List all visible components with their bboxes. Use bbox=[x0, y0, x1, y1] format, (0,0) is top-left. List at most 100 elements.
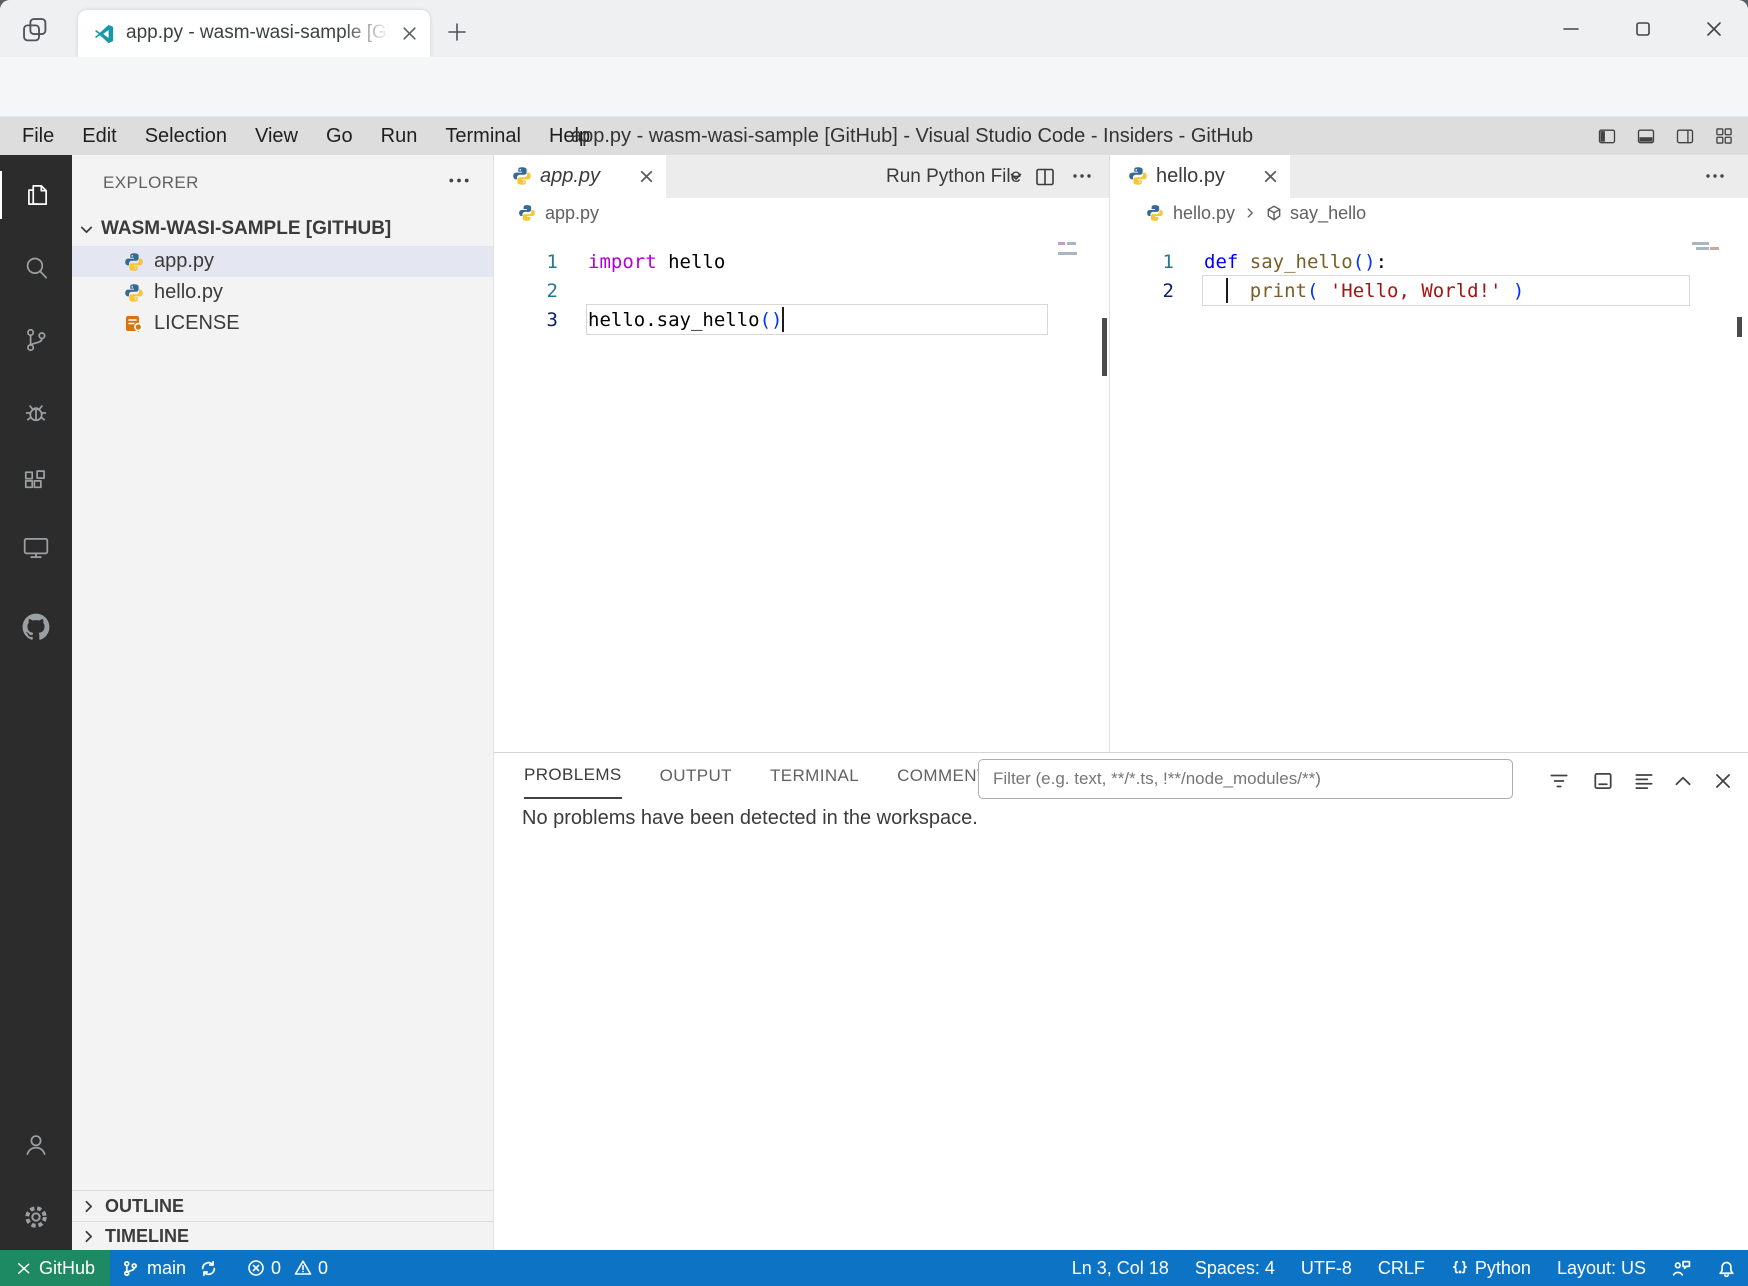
tab-close-icon[interactable] bbox=[1262, 168, 1279, 185]
editor1-more-actions-icon[interactable] bbox=[1072, 173, 1092, 179]
chevron-down-icon bbox=[78, 221, 95, 238]
window-maximize-button[interactable] bbox=[1628, 16, 1658, 42]
editor2-code[interactable]: def say_hello(): print( 'Hello, World!' … bbox=[1204, 248, 1524, 306]
overview-ruler-mark bbox=[1737, 317, 1742, 337]
menu-view[interactable]: View bbox=[241, 117, 312, 155]
outline-section-header[interactable]: OUTLINE bbox=[72, 1190, 494, 1221]
browser-tab[interactable]: app.py - wasm-wasi-sample [Git bbox=[78, 10, 430, 57]
branch-button[interactable]: main bbox=[147, 1258, 186, 1279]
menu-go[interactable]: Go bbox=[312, 117, 367, 155]
code-line bbox=[588, 277, 782, 306]
accounts-icon[interactable] bbox=[0, 1121, 72, 1169]
tab-label: hello.py bbox=[1156, 155, 1225, 198]
layout-button[interactable]: Layout: US bbox=[1557, 1258, 1646, 1279]
overview-ruler-mark bbox=[1102, 318, 1107, 376]
problems-filter-input[interactable] bbox=[978, 759, 1513, 799]
eol-button[interactable]: CRLF bbox=[1378, 1258, 1425, 1279]
python-file-icon bbox=[1128, 166, 1148, 186]
editor2-gutter: 1 2 bbox=[1110, 248, 1182, 306]
file-row-hello-py[interactable]: hello.py bbox=[72, 277, 493, 308]
status-bar: GitHub main 0 0 Ln 3, Col 18 bbox=[0, 1250, 1748, 1286]
window-close-button[interactable] bbox=[1699, 16, 1729, 42]
license-file-icon bbox=[124, 314, 144, 334]
feedback-icon[interactable] bbox=[1672, 1259, 1691, 1278]
filter-icon[interactable] bbox=[1548, 770, 1570, 792]
browser-tab-strip: app.py - wasm-wasi-sample [Git bbox=[0, 0, 1748, 57]
problems-status-button[interactable]: 0 0 bbox=[247, 1258, 328, 1279]
tab-output[interactable]: OUTPUT bbox=[660, 753, 732, 799]
code-line: print( 'Hello, World!' ) bbox=[1204, 277, 1524, 306]
indent-button[interactable]: Spaces: 4 bbox=[1195, 1258, 1275, 1279]
python-file-icon bbox=[518, 204, 536, 222]
remote-indicator-button[interactable]: GitHub bbox=[0, 1250, 110, 1286]
breadcrumb-symbol[interactable]: say_hello bbox=[1290, 203, 1366, 224]
vscode-menu-bar: File Edit Selection View Go Run Terminal… bbox=[0, 117, 1748, 155]
file-row-license[interactable]: LICENSE bbox=[72, 308, 493, 339]
remote-explorer-icon[interactable] bbox=[0, 524, 72, 572]
run-python-file-button[interactable]: Run Python File bbox=[886, 155, 1021, 198]
editor2-more-actions-icon[interactable] bbox=[1705, 173, 1725, 179]
close-panel-icon[interactable] bbox=[1712, 770, 1734, 792]
explorer-more-actions-icon[interactable] bbox=[448, 177, 470, 184]
editor1-code[interactable]: import hello hello.say_hello() bbox=[588, 248, 782, 335]
run-dropdown-chevron-icon[interactable] bbox=[1008, 169, 1024, 185]
file-row-app-py[interactable]: app.py bbox=[72, 246, 493, 277]
line-col-button[interactable]: Ln 3, Col 18 bbox=[1072, 1258, 1169, 1279]
workspace-section-header[interactable]: WASM-WASI-SAMPLE [GITHUB] bbox=[72, 213, 494, 245]
menu-edit[interactable]: Edit bbox=[68, 117, 130, 155]
menu-run[interactable]: Run bbox=[367, 117, 432, 155]
error-icon bbox=[247, 1259, 265, 1277]
toggle-panel-icon[interactable] bbox=[1636, 126, 1656, 146]
explorer-icon[interactable] bbox=[0, 171, 72, 219]
warning-icon bbox=[294, 1259, 312, 1277]
activity-bar bbox=[0, 155, 72, 1250]
encoding-button[interactable]: UTF-8 bbox=[1301, 1258, 1352, 1279]
python-file-icon bbox=[512, 166, 532, 186]
notifications-bell-icon[interactable] bbox=[1717, 1259, 1736, 1278]
breadcrumb-file[interactable]: hello.py bbox=[1173, 203, 1235, 224]
tab-actions-icon[interactable] bbox=[20, 15, 50, 45]
toggle-sidebar-icon[interactable] bbox=[1597, 126, 1617, 146]
new-tab-button[interactable] bbox=[445, 20, 469, 44]
braces-icon bbox=[1451, 1259, 1469, 1277]
collapse-all-icon[interactable] bbox=[1633, 770, 1655, 792]
remote-icon bbox=[15, 1260, 32, 1277]
sync-icon[interactable] bbox=[200, 1260, 217, 1277]
timeline-section-header[interactable]: TIMELINE bbox=[72, 1221, 494, 1250]
workspace-name: WASM-WASI-SAMPLE [GITHUB] bbox=[101, 218, 391, 240]
run-debug-icon[interactable] bbox=[0, 389, 72, 437]
bottom-panel: PROBLEMS OUTPUT TERMINAL COMMENTS No pro… bbox=[494, 752, 1748, 1250]
explorer-title: EXPLORER bbox=[103, 173, 199, 193]
menu-terminal[interactable]: Terminal bbox=[431, 117, 535, 155]
editor1-tab-bar: app.py Run Python File bbox=[494, 155, 1109, 198]
tab-close-icon[interactable] bbox=[401, 25, 418, 42]
maximize-panel-icon[interactable] bbox=[1672, 770, 1694, 792]
settings-gear-icon[interactable] bbox=[0, 1193, 72, 1241]
customize-layout-icon[interactable] bbox=[1714, 126, 1734, 146]
window-title: app.py - wasm-wasi-sample [GitHub] - Vis… bbox=[571, 117, 1253, 155]
editor1-tab[interactable]: app.py bbox=[494, 155, 666, 198]
search-icon[interactable] bbox=[0, 244, 72, 292]
editor2-tab[interactable]: hello.py bbox=[1110, 155, 1290, 198]
table-view-icon[interactable] bbox=[1592, 770, 1614, 792]
tab-close-icon[interactable] bbox=[638, 168, 655, 185]
source-control-icon[interactable] bbox=[0, 316, 72, 364]
toggle-secondary-sidebar-icon[interactable] bbox=[1675, 126, 1695, 146]
menu-selection[interactable]: Selection bbox=[131, 117, 241, 155]
editor1-breadcrumb: app.py bbox=[518, 198, 599, 228]
menu-file[interactable]: File bbox=[8, 117, 68, 155]
github-icon[interactable] bbox=[0, 603, 72, 651]
editor-group-divider[interactable] bbox=[1109, 155, 1110, 752]
window-minimize-button[interactable] bbox=[1556, 16, 1586, 42]
tab-problems[interactable]: PROBLEMS bbox=[524, 753, 622, 799]
chevron-right-icon bbox=[1243, 206, 1257, 220]
vscode-logo-icon bbox=[93, 23, 115, 45]
python-file-icon bbox=[124, 252, 144, 272]
extensions-icon[interactable] bbox=[0, 459, 72, 507]
tab-terminal[interactable]: TERMINAL bbox=[770, 753, 859, 799]
split-editor-icon[interactable] bbox=[1034, 166, 1056, 188]
symbol-cube-icon bbox=[1265, 204, 1283, 222]
language-mode-button[interactable]: Python bbox=[1451, 1258, 1531, 1279]
file-name: hello.py bbox=[154, 281, 223, 304]
breadcrumb-file[interactable]: app.py bbox=[545, 203, 599, 224]
